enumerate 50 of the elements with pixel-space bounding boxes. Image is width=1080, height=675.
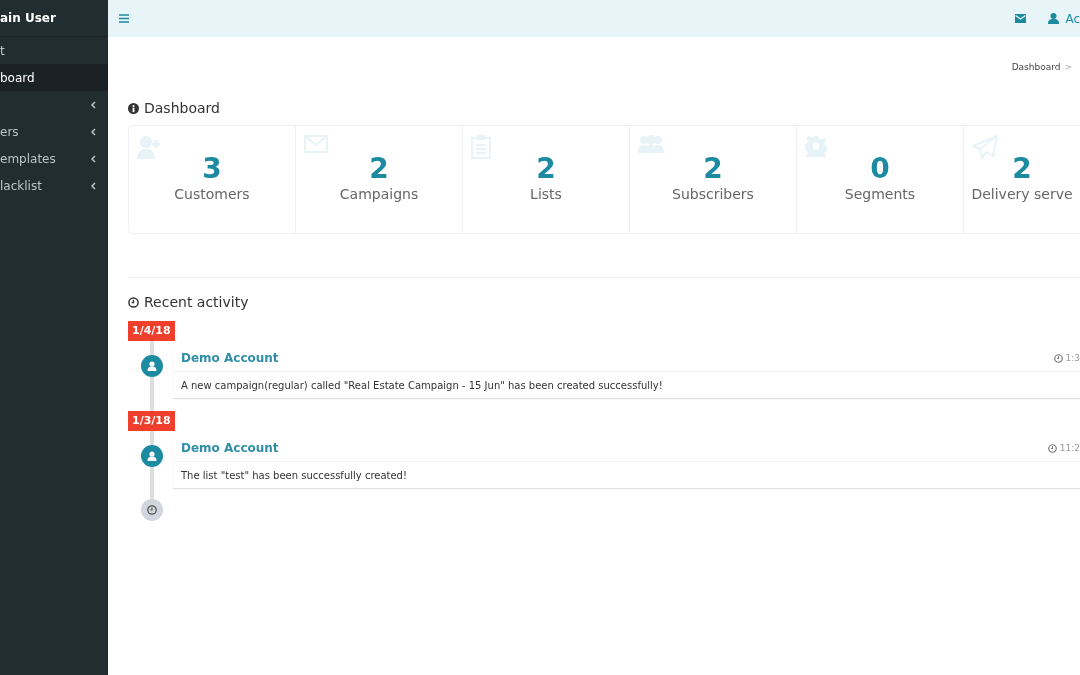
activity-message: A new campaign(regular) called "Real Estate Campaign - 15 Jun" has been created successfully! (180, 379, 664, 393)
chevron-left-icon (91, 154, 96, 163)
menu-icon[interactable] (119, 14, 129, 23)
clock-icon (128, 296, 139, 308)
users-icon (638, 135, 664, 153)
user-avatar-icon (141, 355, 163, 377)
chevron-left-icon (91, 127, 96, 136)
clock-icon (1053, 353, 1063, 363)
user-avatar-icon (141, 445, 163, 467)
stat-value: 2 (369, 153, 389, 185)
user-icon (1048, 13, 1060, 24)
stat-label: Segments (844, 185, 916, 203)
section-title: Dashboard (144, 100, 220, 116)
stat-label: Campaigns (339, 185, 419, 203)
author-link[interactable]: Demo Account (181, 441, 279, 455)
stat-value: 2 (703, 153, 723, 185)
clock-icon (1047, 443, 1057, 453)
section-title: Recent activity (144, 294, 249, 310)
stat-value: 2 (536, 153, 556, 185)
envelope-icon (304, 135, 328, 153)
envelope-icon[interactable] (1015, 14, 1027, 23)
gear-icon (805, 135, 827, 157)
stat-label: Customers (174, 185, 250, 203)
breadcrumb-separator: > (1064, 62, 1072, 74)
user-plus-icon (137, 135, 163, 159)
sidebar-item[interactable]: lacklist (0, 172, 108, 199)
account-menu[interactable]: Ac (1048, 11, 1080, 26)
stat-label: Delivery serve (971, 185, 1073, 203)
date-badge: 1/4/18 (128, 321, 175, 341)
breadcrumb-link[interactable]: Dashboard (1011, 62, 1061, 74)
sidebar-item[interactable]: emplates (0, 145, 108, 172)
date-badge: 1/3/18 (128, 411, 175, 431)
stat-label: Lists (530, 185, 562, 203)
chevron-left-icon (91, 100, 96, 109)
author-link[interactable]: Demo Account (181, 351, 279, 365)
sidebar-item[interactable]: ers (0, 118, 108, 145)
stat-label: Subscribers (672, 185, 754, 203)
chevron-left-icon (91, 181, 96, 190)
paper-plane-icon (972, 135, 998, 159)
user-name: ain User (0, 11, 56, 25)
stat-value: 3 (202, 153, 222, 185)
info-icon (128, 102, 139, 114)
activity-message: The list "test" has been successfully created! (180, 469, 408, 483)
activity-time: 11:2 (1059, 443, 1080, 453)
clipboard-icon (471, 135, 491, 159)
stat-value: 2 (1012, 153, 1032, 185)
sidebar-item[interactable]: t (0, 37, 108, 64)
stat-value: 0 (870, 153, 890, 185)
sidebar-item[interactable]: board (0, 64, 108, 91)
activity-time: 1:3 (1065, 353, 1080, 363)
